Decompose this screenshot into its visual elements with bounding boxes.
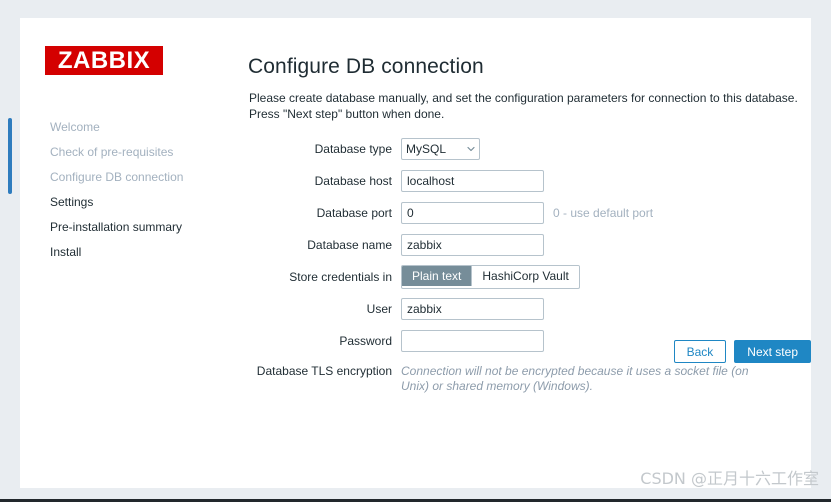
control-database-type: MySQL — [401, 138, 480, 160]
back-button[interactable]: Back — [674, 340, 727, 363]
label-database-type: Database type — [248, 142, 401, 156]
row-database-type: Database type MySQL — [248, 133, 811, 165]
zabbix-logo: ZABBIX — [45, 46, 163, 75]
tls-encryption-note: Connection will not be encrypted because… — [401, 364, 779, 394]
database-host-input[interactable] — [401, 170, 544, 192]
database-type-select[interactable]: MySQL — [401, 138, 480, 160]
sidebar-step-welcome[interactable]: Welcome — [20, 115, 230, 140]
control-store-credentials: Plain text HashiCorp Vault — [401, 265, 580, 289]
page-title: Configure DB connection — [248, 55, 484, 79]
sidebar-step-check-of-pre-requisites[interactable]: Check of pre-requisites — [20, 140, 230, 165]
row-database-name: Database name — [248, 229, 811, 261]
setup-steps-list: Welcome Check of pre-requisites Configur… — [20, 115, 230, 265]
setup-sidebar: ZABBIX Welcome Check of pre-requisites C… — [20, 18, 230, 488]
segment-hashicorp-vault[interactable]: HashiCorp Vault — [471, 266, 578, 286]
row-store-credentials: Store credentials in Plain text HashiCor… — [248, 261, 811, 293]
database-port-input[interactable] — [401, 202, 544, 224]
sidebar-step-pre-installation-summary[interactable]: Pre-installation summary — [20, 215, 230, 240]
database-type-select-wrap: MySQL — [401, 138, 480, 160]
step-progress-indicator — [8, 118, 12, 194]
label-user: User — [248, 302, 401, 316]
sidebar-step-configure-db-connection[interactable]: Configure DB connection — [20, 165, 230, 190]
label-database-name: Database name — [248, 238, 401, 252]
label-tls-encryption: Database TLS encryption — [248, 364, 401, 379]
page-description: Please create database manually, and set… — [249, 90, 799, 122]
row-user: User — [248, 293, 811, 325]
control-database-name — [401, 234, 544, 256]
row-database-host: Database host — [248, 165, 811, 197]
label-database-host: Database host — [248, 174, 401, 188]
store-credentials-segmented-control[interactable]: Plain text HashiCorp Vault — [401, 265, 580, 289]
database-name-input[interactable] — [401, 234, 544, 256]
database-port-hint: 0 - use default port — [553, 206, 653, 220]
label-database-port: Database port — [248, 206, 401, 220]
control-database-host — [401, 170, 544, 192]
control-database-port: 0 - use default port — [401, 202, 653, 224]
control-tls-encryption: Connection will not be encrypted because… — [401, 364, 779, 394]
label-store-credentials: Store credentials in — [248, 270, 401, 284]
segment-plain-text[interactable]: Plain text — [402, 266, 471, 286]
control-user — [401, 298, 544, 320]
sidebar-step-settings[interactable]: Settings — [20, 190, 230, 215]
next-step-button[interactable]: Next step — [734, 340, 811, 363]
form-footer: Back Next step — [248, 340, 811, 363]
sidebar-step-install[interactable]: Install — [20, 240, 230, 265]
user-input[interactable] — [401, 298, 544, 320]
setup-main-content: Configure DB connection Please create da… — [248, 18, 811, 488]
row-database-port: Database port 0 - use default port — [248, 197, 811, 229]
setup-wizard-card: ZABBIX Welcome Check of pre-requisites C… — [20, 18, 811, 488]
csdn-watermark: CSDN @正月十六工作室 — [640, 465, 819, 489]
